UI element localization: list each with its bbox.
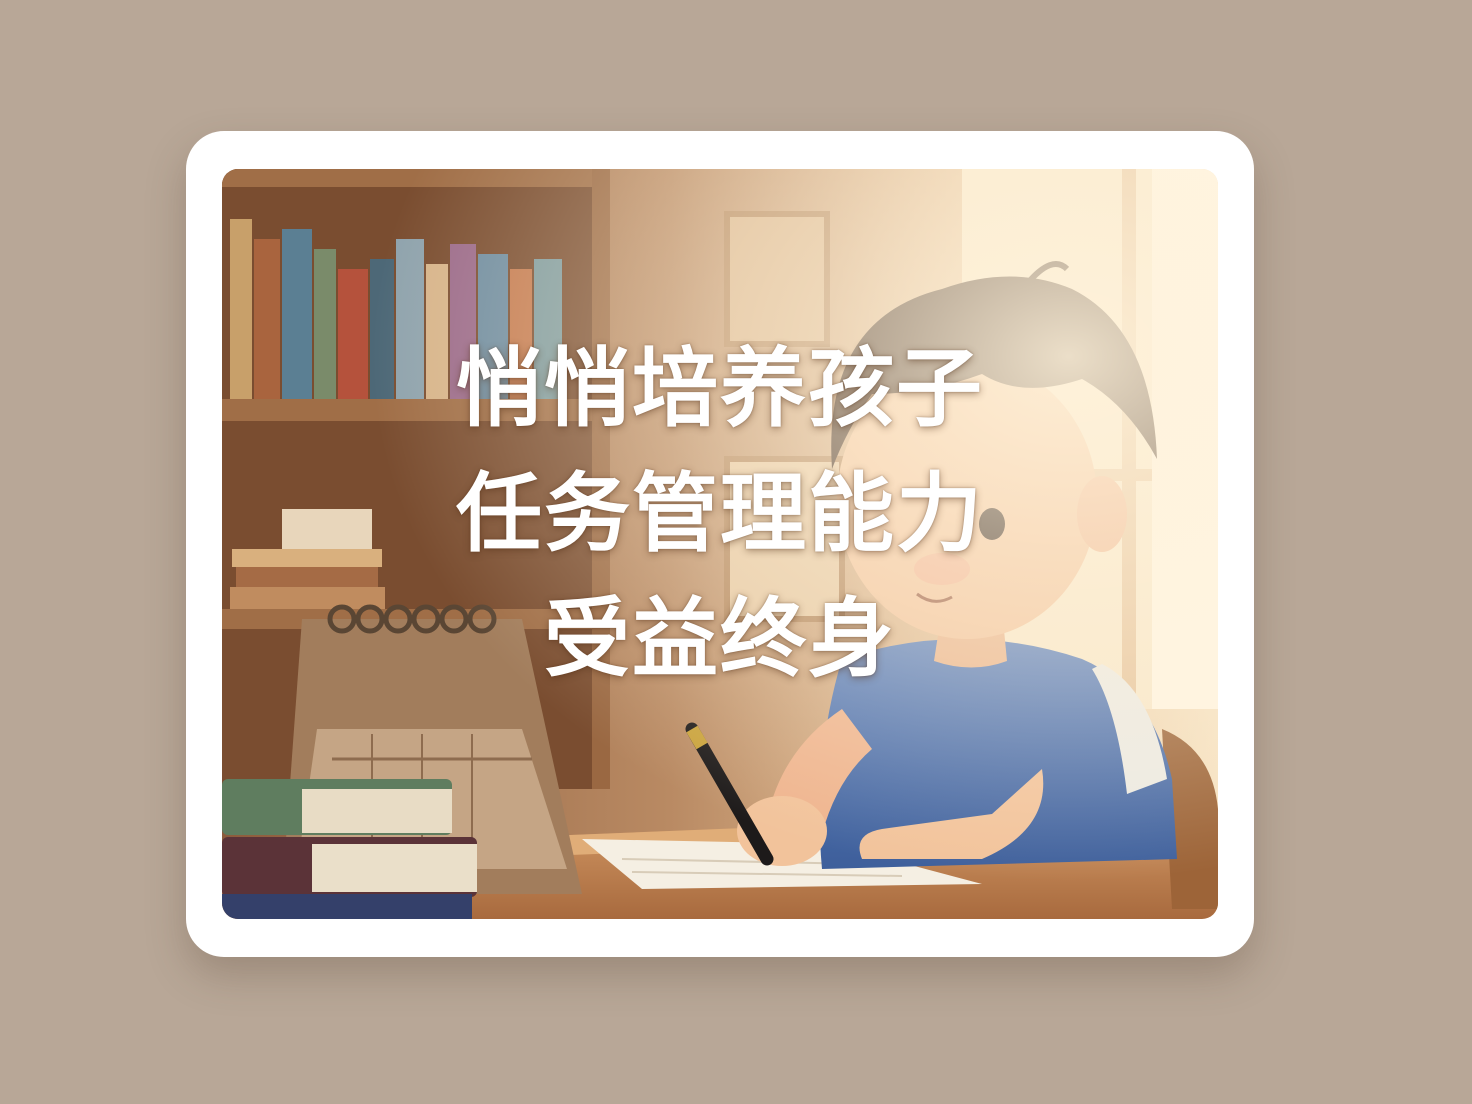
image-card: 悄悄培养孩子 任务管理能力 受益终身 [186,131,1254,957]
scene-illustration [222,169,1218,919]
illustration: 悄悄培养孩子 任务管理能力 受益终身 [222,169,1218,919]
